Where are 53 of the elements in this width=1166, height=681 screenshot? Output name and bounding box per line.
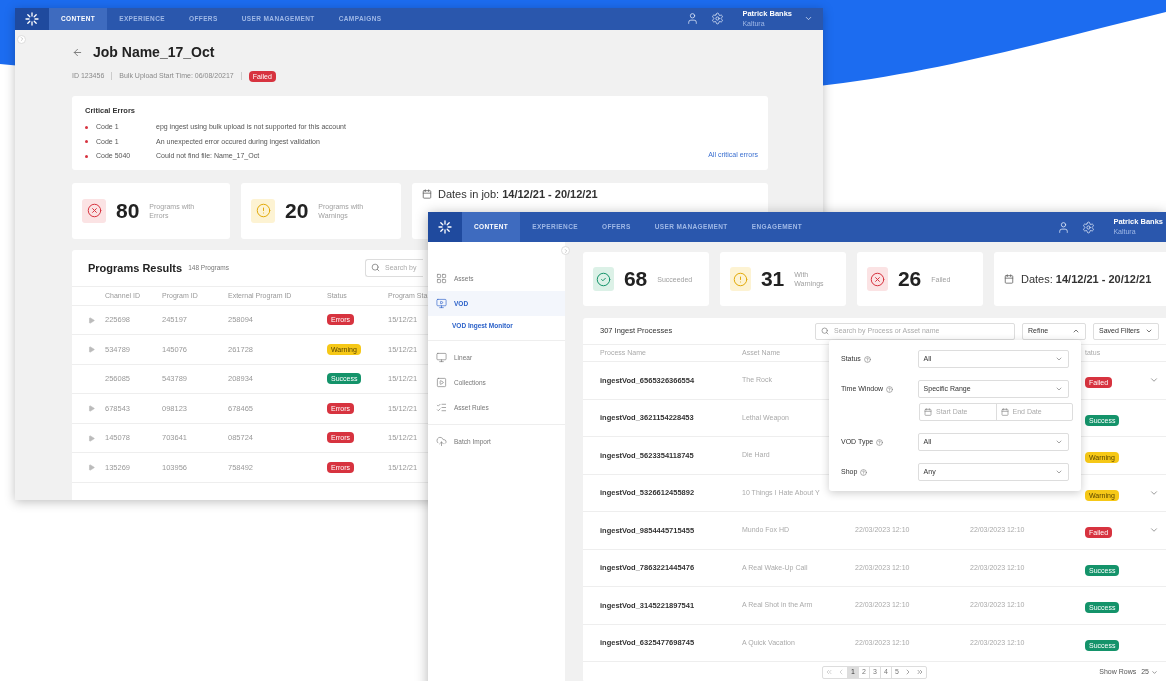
stat-value: 80: [116, 198, 140, 224]
calendar-icon: [422, 189, 432, 199]
bullet-icon: [85, 154, 88, 158]
help-icon[interactable]: [876, 438, 884, 446]
calendar-icon: [1004, 274, 1014, 284]
caret-icon: [1151, 668, 1158, 676]
caret-icon: [1145, 327, 1153, 335]
monitor-icon: [436, 352, 447, 363]
results-title: Programs Results: [88, 260, 183, 276]
cloud-upload-icon: [436, 436, 447, 447]
bullet-icon: [85, 140, 88, 144]
expand-icon[interactable]: [88, 464, 95, 471]
settings-icon[interactable]: [1082, 220, 1096, 234]
last-page-icon[interactable]: [916, 668, 924, 676]
help-icon[interactable]: [886, 385, 894, 393]
stat-value: 20: [285, 198, 309, 224]
search-icon: [821, 327, 829, 335]
expand-icon[interactable]: [88, 316, 95, 324]
user-icon[interactable]: [1057, 220, 1071, 234]
stat-value: 31: [760, 266, 785, 293]
expand-icon[interactable]: [88, 434, 95, 442]
caret-up-icon: [1072, 327, 1080, 335]
caret-icon: [1055, 385, 1063, 393]
caret-icon: [1055, 355, 1063, 363]
grid-icon: [436, 273, 447, 284]
caret-icon: [1055, 438, 1063, 446]
settings-icon[interactable]: [711, 12, 725, 26]
checklist-icon: [436, 402, 447, 413]
page-title: Job Name_17_Oct: [93, 42, 215, 62]
search-icon: [371, 263, 380, 273]
logo-icon[interactable]: [15, 8, 49, 30]
dates-text: Dates: 14/12/21 - 20/12/21: [1021, 271, 1152, 287]
help-icon[interactable]: [863, 355, 871, 363]
stat-value: 26: [897, 266, 922, 293]
bullet-icon: [85, 125, 88, 129]
monitor-play-icon: [436, 298, 447, 309]
collapse-toggle[interactable]: [561, 246, 570, 255]
previous-page-icon[interactable]: [837, 668, 845, 676]
play-square-icon: [436, 377, 447, 388]
first-page-icon[interactable]: [825, 668, 833, 676]
expand-icon[interactable]: [88, 346, 95, 353]
next-page-icon[interactable]: [904, 668, 912, 676]
chevron-right-icon: [18, 36, 25, 43]
expand-icon[interactable]: [88, 405, 95, 412]
dates-text: Dates in job: 14/12/21 - 20/12/21: [438, 186, 598, 202]
help-icon[interactable]: [860, 468, 868, 476]
back-arrow-icon[interactable]: [72, 46, 83, 58]
stat-value: 68: [623, 266, 648, 293]
logo-icon[interactable]: [428, 212, 462, 242]
user-icon[interactable]: [686, 12, 700, 26]
caret-icon: [1055, 468, 1063, 476]
collapse-toggle[interactable]: [17, 34, 26, 44]
chevron-right-icon: [562, 247, 569, 254]
